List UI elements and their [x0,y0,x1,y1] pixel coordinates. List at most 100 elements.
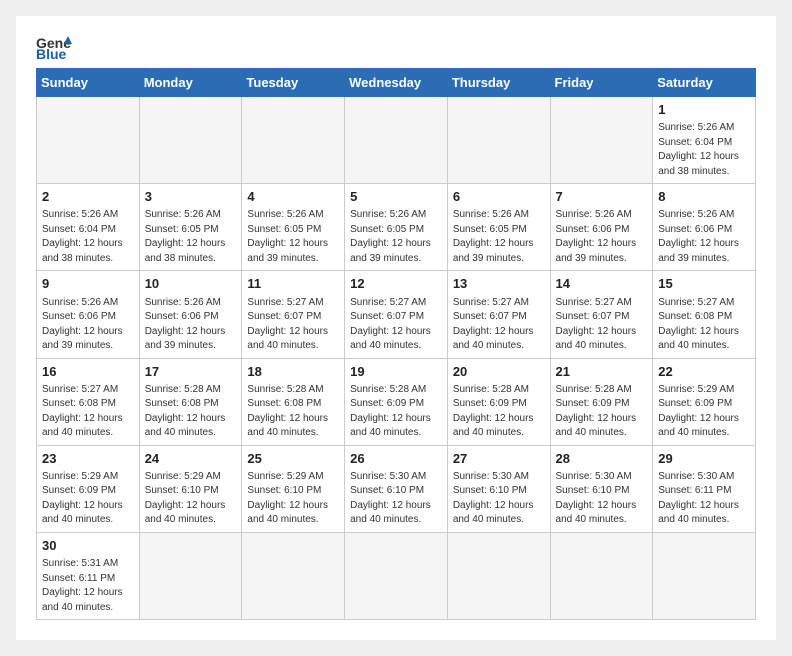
calendar-cell: 6Sunrise: 5:26 AM Sunset: 6:05 PM Daylig… [447,184,550,271]
day-number: 2 [42,188,134,206]
day-info: Sunrise: 5:27 AM Sunset: 6:08 PM Dayligh… [658,296,750,354]
day-info: Sunrise: 5:30 AM Sunset: 6:11 PM Dayligh… [658,470,750,528]
day-number: 12 [350,275,442,293]
day-info: Sunrise: 5:26 AM Sunset: 6:04 PM Dayligh… [658,121,750,179]
day-number: 17 [145,363,237,381]
weekday-header-row: SundayMondayTuesdayWednesdayThursdayFrid… [37,69,756,97]
day-info: Sunrise: 5:26 AM Sunset: 6:06 PM Dayligh… [145,296,237,354]
day-number: 30 [42,537,134,555]
calendar-cell [653,532,756,619]
week-row-4: 16 Sunrise: 5:27 AM Sunset: 6:08 PM Dayli… [37,358,756,445]
calendar-cell [550,97,653,184]
day-number: 18 [247,363,339,381]
calendar-table: SundayMondayTuesdayWednesdayThursdayFrid… [36,68,756,620]
calendar-cell: 17 Sunrise: 5:28 AM Sunset: 6:08 PM Dayli… [139,358,242,445]
calendar-page: General Blue SundayMondayTuesdayWednesda… [16,16,776,640]
day-number: 23 [42,450,134,468]
day-number: 15 [658,275,750,293]
day-number: 24 [145,450,237,468]
day-info: Sunrise: 5:30 AM Sunset: 6:10 PM Dayligh… [453,470,545,528]
day-number: 13 [453,275,545,293]
day-number: 19 [350,363,442,381]
week-row-6: 30 Sunrise: 5:31 AM Sunset: 6:11 PM Dayli… [37,532,756,619]
day-info: Sunrise: 5:28 AM Sunset: 6:08 PM Dayligh… [247,383,339,441]
calendar-cell: 5Sunrise: 5:26 AM Sunset: 6:05 PM Daylig… [345,184,448,271]
day-info: Sunrise: 5:28 AM Sunset: 6:09 PM Dayligh… [453,383,545,441]
calendar-cell: 23 Sunrise: 5:29 AM Sunset: 6:09 PM Dayli… [37,445,140,532]
day-number: 26 [350,450,442,468]
day-info: Sunrise: 5:26 AM Sunset: 6:06 PM Dayligh… [556,208,648,266]
calendar-cell: 29 Sunrise: 5:30 AM Sunset: 6:11 PM Dayli… [653,445,756,532]
calendar-cell: 26 Sunrise: 5:30 AM Sunset: 6:10 PM Dayli… [345,445,448,532]
day-info: Sunrise: 5:26 AM Sunset: 6:06 PM Dayligh… [658,208,750,266]
day-info: Sunrise: 5:27 AM Sunset: 6:08 PM Dayligh… [42,383,134,441]
day-number: 16 [42,363,134,381]
svg-text:Blue: Blue [36,46,67,60]
week-row-1: 1 Sunrise: 5:26 AM Sunset: 6:04 PM Daylig… [37,97,756,184]
weekday-sunday: Sunday [37,69,140,97]
calendar-cell: 15 Sunrise: 5:27 AM Sunset: 6:08 PM Dayli… [653,271,756,358]
calendar-cell: 8Sunrise: 5:26 AM Sunset: 6:06 PM Daylig… [653,184,756,271]
calendar-cell: 25 Sunrise: 5:29 AM Sunset: 6:10 PM Dayli… [242,445,345,532]
calendar-cell [139,532,242,619]
day-info: Sunrise: 5:31 AM Sunset: 6:11 PM Dayligh… [42,557,134,615]
calendar-cell: 10 Sunrise: 5:26 AM Sunset: 6:06 PM Dayli… [139,271,242,358]
calendar-cell: 1 Sunrise: 5:26 AM Sunset: 6:04 PM Daylig… [653,97,756,184]
day-number: 29 [658,450,750,468]
weekday-tuesday: Tuesday [242,69,345,97]
day-info: Sunrise: 5:26 AM Sunset: 6:04 PM Dayligh… [42,208,134,266]
logo-icon: General Blue [36,32,72,60]
calendar-cell [447,97,550,184]
day-info: Sunrise: 5:27 AM Sunset: 6:07 PM Dayligh… [453,296,545,354]
calendar-cell: 3Sunrise: 5:26 AM Sunset: 6:05 PM Daylig… [139,184,242,271]
day-number: 6 [453,188,545,206]
day-info: Sunrise: 5:29 AM Sunset: 6:09 PM Dayligh… [658,383,750,441]
calendar-cell: 4Sunrise: 5:26 AM Sunset: 6:05 PM Daylig… [242,184,345,271]
calendar-cell: 27 Sunrise: 5:30 AM Sunset: 6:10 PM Dayli… [447,445,550,532]
calendar-cell: 12Sunrise: 5:27 AM Sunset: 6:07 PM Dayli… [345,271,448,358]
calendar-cell [242,532,345,619]
weekday-thursday: Thursday [447,69,550,97]
day-info: Sunrise: 5:27 AM Sunset: 6:07 PM Dayligh… [247,296,339,354]
week-row-2: 2 Sunrise: 5:26 AM Sunset: 6:04 PM Daylig… [37,184,756,271]
day-number: 10 [145,275,237,293]
day-number: 14 [556,275,648,293]
day-info: Sunrise: 5:28 AM Sunset: 6:08 PM Dayligh… [145,383,237,441]
weekday-monday: Monday [139,69,242,97]
weekday-friday: Friday [550,69,653,97]
calendar-cell: 30 Sunrise: 5:31 AM Sunset: 6:11 PM Dayli… [37,532,140,619]
day-info: Sunrise: 5:28 AM Sunset: 6:09 PM Dayligh… [556,383,648,441]
day-number: 25 [247,450,339,468]
day-number: 11 [247,275,339,293]
calendar-cell: 16 Sunrise: 5:27 AM Sunset: 6:08 PM Dayli… [37,358,140,445]
calendar-cell [139,97,242,184]
calendar-cell: 28Sunrise: 5:30 AM Sunset: 6:10 PM Dayli… [550,445,653,532]
calendar-cell: 14Sunrise: 5:27 AM Sunset: 6:07 PM Dayli… [550,271,653,358]
day-info: Sunrise: 5:28 AM Sunset: 6:09 PM Dayligh… [350,383,442,441]
day-info: Sunrise: 5:29 AM Sunset: 6:09 PM Dayligh… [42,470,134,528]
calendar-cell [345,97,448,184]
day-number: 5 [350,188,442,206]
calendar-cell: 9Sunrise: 5:26 AM Sunset: 6:06 PM Daylig… [37,271,140,358]
day-info: Sunrise: 5:26 AM Sunset: 6:05 PM Dayligh… [145,208,237,266]
day-info: Sunrise: 5:29 AM Sunset: 6:10 PM Dayligh… [145,470,237,528]
calendar-cell [242,97,345,184]
calendar-cell: 13 Sunrise: 5:27 AM Sunset: 6:07 PM Dayli… [447,271,550,358]
day-number: 1 [658,101,750,119]
calendar-cell: 19 Sunrise: 5:28 AM Sunset: 6:09 PM Dayli… [345,358,448,445]
calendar-cell [345,532,448,619]
calendar-cell: 11 Sunrise: 5:27 AM Sunset: 6:07 PM Dayli… [242,271,345,358]
day-info: Sunrise: 5:30 AM Sunset: 6:10 PM Dayligh… [350,470,442,528]
day-info: Sunrise: 5:29 AM Sunset: 6:10 PM Dayligh… [247,470,339,528]
day-number: 21 [556,363,648,381]
logo: General Blue [36,32,72,60]
calendar-cell: 22Sunrise: 5:29 AM Sunset: 6:09 PM Dayli… [653,358,756,445]
day-number: 28 [556,450,648,468]
day-number: 7 [556,188,648,206]
weekday-saturday: Saturday [653,69,756,97]
calendar-cell: 24 Sunrise: 5:29 AM Sunset: 6:10 PM Dayli… [139,445,242,532]
calendar-cell [550,532,653,619]
calendar-cell [447,532,550,619]
day-number: 27 [453,450,545,468]
weekday-wednesday: Wednesday [345,69,448,97]
